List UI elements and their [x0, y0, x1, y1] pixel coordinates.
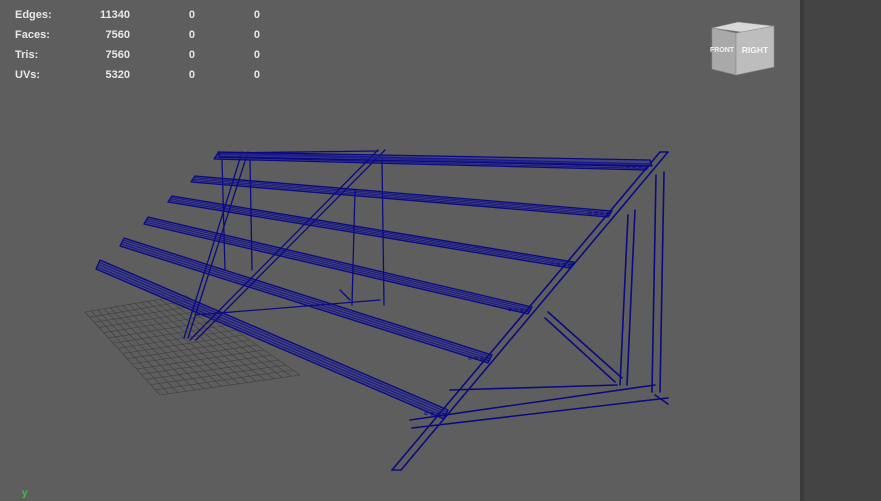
plank-bolt — [424, 411, 428, 416]
grid-line — [159, 374, 301, 396]
frame-member — [411, 397, 669, 429]
view-cube-right-label: RIGHT — [742, 45, 769, 55]
grid-line — [141, 354, 272, 375]
grid-line — [155, 369, 293, 391]
plank-edge — [193, 178, 611, 215]
frame-member — [544, 317, 616, 383]
grid-line — [150, 364, 286, 385]
frame-member — [626, 209, 636, 386]
side-panel — [804, 0, 881, 501]
grid-line — [145, 359, 279, 380]
frame-member — [409, 384, 656, 421]
grid-line — [127, 339, 250, 359]
frame-member — [339, 289, 351, 301]
frame-member — [619, 214, 629, 386]
view-cube-icon[interactable]: FRONT RIGHT — [708, 20, 778, 80]
plank-edge — [169, 200, 573, 267]
frame-member — [547, 311, 623, 379]
frame-member — [651, 174, 657, 393]
bleacher-model[interactable] — [0, 0, 800, 501]
plank-edge — [194, 177, 612, 213]
frame-member — [449, 384, 618, 391]
grid-line — [131, 344, 257, 365]
view-cube-front-label: FRONT — [710, 47, 735, 54]
frame-member — [351, 189, 356, 306]
grid-line — [136, 349, 265, 370]
frame-member — [659, 171, 665, 393]
grid-line — [122, 334, 243, 354]
axis-indicator-y: y — [22, 488, 28, 499]
